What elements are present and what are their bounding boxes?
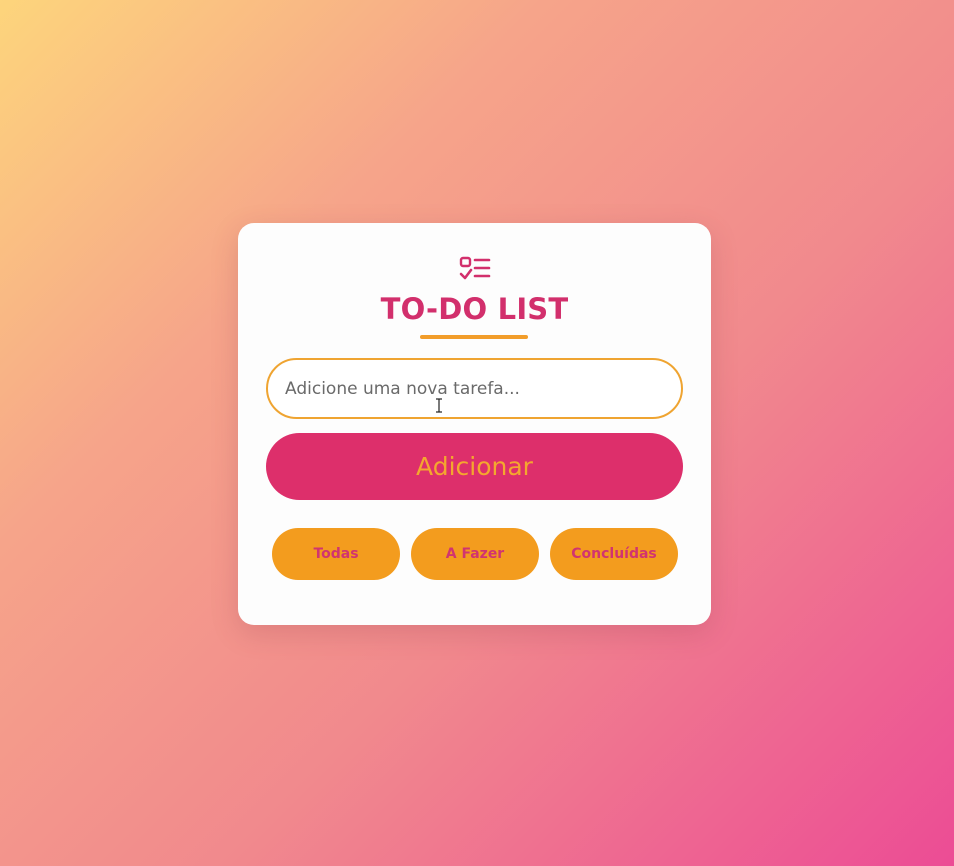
todo-card: TO-DO LIST Adicionar Todas A Fazer Concl… [238,223,711,625]
new-task-input[interactable] [266,358,683,419]
filter-all-button[interactable]: Todas [272,528,400,580]
title-underline [420,335,528,339]
text-cursor-icon [436,398,442,413]
filter-done-button[interactable]: Concluídas [550,528,678,580]
filter-todo-button[interactable]: A Fazer [411,528,539,580]
page-title: TO-DO LIST [380,292,569,326]
add-task-button[interactable]: Adicionar [266,433,683,500]
filter-group: Todas A Fazer Concluídas [272,528,678,580]
checklist-icon [459,256,491,280]
